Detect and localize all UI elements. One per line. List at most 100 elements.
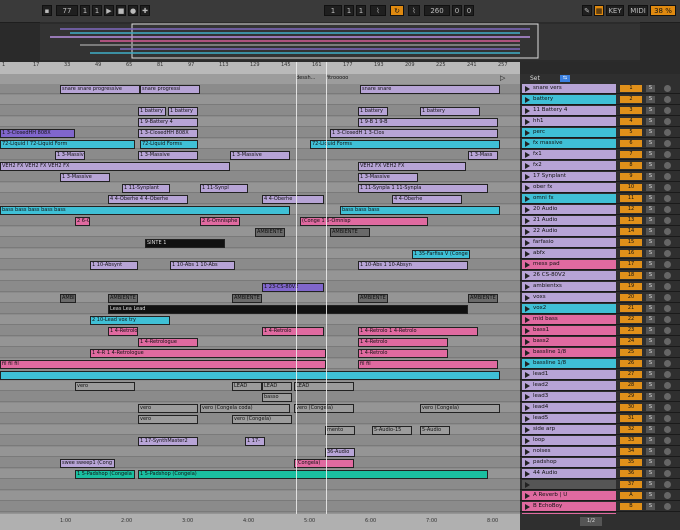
track-name[interactable]: lead5 xyxy=(522,414,616,423)
solo-button[interactable]: S xyxy=(646,316,655,323)
clip[interactable]: 1 4-Retrolo xyxy=(262,327,324,336)
track-header[interactable]: ober fx 10 S xyxy=(520,183,680,193)
arrangement-lane[interactable] xyxy=(0,238,520,248)
track-activator[interactable]: B xyxy=(620,503,642,510)
solo-button[interactable]: S xyxy=(646,338,655,345)
track-activator[interactable]: 37 xyxy=(620,481,642,488)
arm-record-icon[interactable] xyxy=(664,305,671,312)
clip[interactable]: 72-Liquid Forms xyxy=(140,140,198,149)
track-header[interactable]: hh1 4 S xyxy=(520,117,680,127)
arm-record-icon[interactable] xyxy=(664,415,671,422)
track-name[interactable] xyxy=(522,480,616,489)
arm-record-icon[interactable] xyxy=(664,85,671,92)
clip[interactable]: AMBIENTE xyxy=(255,228,285,237)
track-play-icon[interactable] xyxy=(525,174,530,180)
track-header[interactable]: lead4 30 S xyxy=(520,403,680,413)
track-header[interactable]: 44 Audio 36 S xyxy=(520,469,680,479)
track-header[interactable]: noises 34 S xyxy=(520,447,680,457)
clip[interactable]: snare snare xyxy=(360,85,500,94)
track-play-icon[interactable] xyxy=(525,108,530,114)
clip[interactable]: vero (Congela) xyxy=(232,415,292,424)
solo-button[interactable]: S xyxy=(646,437,655,444)
clip[interactable]: 1 35-Farfisa V (Conge xyxy=(412,250,470,259)
clip[interactable]: 1 9-Battery 4 xyxy=(138,118,198,127)
arm-record-icon[interactable] xyxy=(664,360,671,367)
loop-length-field[interactable]: 260 xyxy=(424,5,450,16)
solo-button[interactable]: S xyxy=(646,151,655,158)
signature-denominator[interactable]: 1 xyxy=(92,5,102,16)
clip[interactable]: snare progressi xyxy=(140,85,200,94)
clip[interactable]: 1 3-Mass xyxy=(468,151,498,160)
clip[interactable]: AMBIENTE xyxy=(468,294,498,303)
track-activator[interactable]: 20 xyxy=(620,294,642,301)
track-name[interactable]: ober fx xyxy=(522,183,616,192)
track-header[interactable]: lead2 28 S xyxy=(520,381,680,391)
track-header[interactable]: fx massive 6 S xyxy=(520,139,680,149)
track-activator[interactable]: 26 xyxy=(620,360,642,367)
track-header[interactable]: 22 Audio 14 S xyxy=(520,227,680,237)
clip[interactable]: 1 23-CS-80V2 xyxy=(262,283,324,292)
track-play-icon[interactable] xyxy=(525,130,530,136)
track-activator[interactable]: 29 xyxy=(620,393,642,400)
arrangement-lane[interactable] xyxy=(0,491,520,501)
arrangement-overview[interactable] xyxy=(40,22,640,62)
track-name[interactable]: fx massive xyxy=(522,139,616,148)
track-play-icon[interactable] xyxy=(525,229,530,235)
track-header[interactable]: B EchoBoy B S xyxy=(520,502,680,512)
arrangement-toggle-icon[interactable]: ⇆ xyxy=(560,75,570,82)
arm-record-icon[interactable] xyxy=(664,217,671,224)
track-name[interactable]: snare vers xyxy=(522,84,616,93)
track-play-icon[interactable] xyxy=(525,460,530,466)
track-activator[interactable]: 3 xyxy=(620,107,642,114)
arm-record-icon[interactable] xyxy=(664,404,671,411)
clip[interactable]: 1 11-Synpla 1 11-Synpla xyxy=(358,184,488,193)
solo-button[interactable]: S xyxy=(646,371,655,378)
arm-record-icon[interactable] xyxy=(664,283,671,290)
track-activator[interactable]: 9 xyxy=(620,173,642,180)
track-header[interactable]: 11 Battery 4 3S xyxy=(520,106,680,116)
track-play-icon[interactable] xyxy=(525,493,530,499)
arrangement-lane[interactable] xyxy=(0,392,520,402)
clip[interactable]: 1 17- xyxy=(245,437,265,446)
arm-record-icon[interactable] xyxy=(664,481,671,488)
track-activator[interactable]: 27 xyxy=(620,371,642,378)
clip[interactable]: (Congela) xyxy=(294,459,354,468)
track-play-icon[interactable] xyxy=(525,438,530,444)
track-play-icon[interactable] xyxy=(525,427,530,433)
track-header[interactable]: omni fx 11 S xyxy=(520,194,680,204)
arm-record-icon[interactable] xyxy=(664,118,671,125)
position-beat[interactable]: 1 xyxy=(344,5,354,16)
track-play-icon[interactable] xyxy=(525,317,530,323)
track-activator[interactable]: 19 xyxy=(620,283,642,290)
clip[interactable]: AMBIENTE xyxy=(358,294,388,303)
track-activator[interactable]: 17 xyxy=(620,261,642,268)
clip[interactable]: AMBI xyxy=(60,294,76,303)
track-header[interactable]: snare vers 1 S xyxy=(520,84,680,94)
solo-button[interactable]: S xyxy=(646,283,655,290)
track-name[interactable]: bassline 1/8 xyxy=(522,348,616,357)
clip[interactable]: 1 4-Retrologue xyxy=(138,338,198,347)
clip[interactable]: basso xyxy=(262,393,292,402)
clip[interactable]: 1 3-Massive xyxy=(230,151,290,160)
track-activator[interactable]: 23 xyxy=(620,327,642,334)
clip[interactable]: SINTE 1 xyxy=(145,239,225,248)
track-name[interactable]: battery xyxy=(522,95,616,104)
arm-record-icon[interactable] xyxy=(664,129,671,136)
track-play-icon[interactable] xyxy=(525,383,530,389)
arrangement-lane[interactable] xyxy=(0,447,520,457)
track-name[interactable]: 22 Audio xyxy=(522,227,616,236)
track-activator[interactable]: 2 xyxy=(620,96,642,103)
track-activator[interactable]: 36 xyxy=(620,470,642,477)
clip[interactable]: snare snare progressive xyxy=(60,85,140,94)
arm-record-icon[interactable] xyxy=(664,437,671,444)
track-activator[interactable]: 1 xyxy=(620,85,642,92)
arm-record-icon[interactable] xyxy=(664,470,671,477)
track-activator[interactable]: 33 xyxy=(620,437,642,444)
track-name[interactable]: hh1 xyxy=(522,117,616,126)
track-name[interactable]: voxs xyxy=(522,293,616,302)
track-name[interactable]: 26 CS-80V2 xyxy=(522,271,616,280)
track-header[interactable]: battery 2 S xyxy=(520,95,680,105)
arm-record-icon[interactable] xyxy=(664,272,671,279)
clip[interactable]: VEH2 FX VEH2 FX xyxy=(358,162,466,171)
track-header[interactable]: side arp 32 S xyxy=(520,425,680,435)
